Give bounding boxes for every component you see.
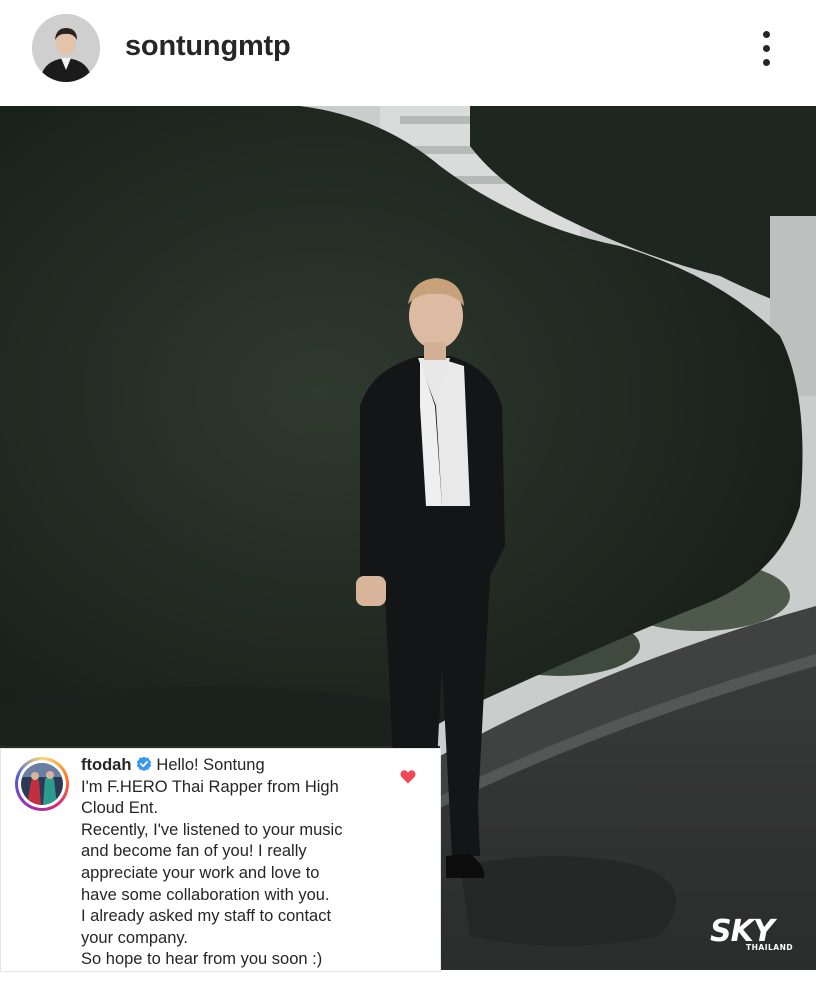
comment-line: have some collaboration with you.	[81, 885, 330, 904]
more-vertical-icon[interactable]	[750, 25, 782, 71]
profile-username[interactable]: sontungmtp	[125, 30, 291, 63]
avatar-ring-inner	[18, 760, 66, 808]
profile-avatar[interactable]	[32, 14, 100, 82]
post-header: sontungmtp	[0, 0, 816, 106]
watermark-sub-text: THAILAND	[746, 943, 794, 952]
comment-line: So hope to hear from you soon :)	[81, 950, 323, 969]
verified-badge-icon	[137, 756, 152, 771]
heart-icon[interactable]	[400, 769, 416, 784]
more-dot	[762, 58, 770, 66]
sky-thailand-watermark: SKY THAILAND	[710, 916, 793, 956]
comment-line: I'm F.HERO Thai Rapper from High	[81, 777, 339, 796]
comment-line: Cloud Ent.	[81, 799, 159, 818]
commenter-username[interactable]: ftodah	[81, 756, 131, 774]
comment-line: Recently, I've listened to your music	[81, 820, 343, 839]
comment-first-line: ftodah Hello! Sontung	[81, 755, 401, 777]
comment-card: ftodah Hello! Sontung I'm F.HERO Thai Rap…	[0, 748, 441, 972]
comment-line: and become fan of you! I really	[81, 842, 307, 861]
comment-text: ftodah Hello! Sontung I'm F.HERO Thai Rap…	[81, 755, 401, 971]
comment-line: your company.	[81, 928, 188, 947]
comment-greeting: Hello! Sontung	[156, 756, 265, 774]
commenter-avatar-image	[21, 763, 63, 805]
comment-line: appreciate your work and love to	[81, 863, 320, 882]
more-dot	[762, 44, 770, 52]
more-dot	[762, 30, 770, 38]
commenter-avatar[interactable]	[15, 757, 69, 811]
comment-line: I already asked my staff to contact	[81, 907, 332, 926]
